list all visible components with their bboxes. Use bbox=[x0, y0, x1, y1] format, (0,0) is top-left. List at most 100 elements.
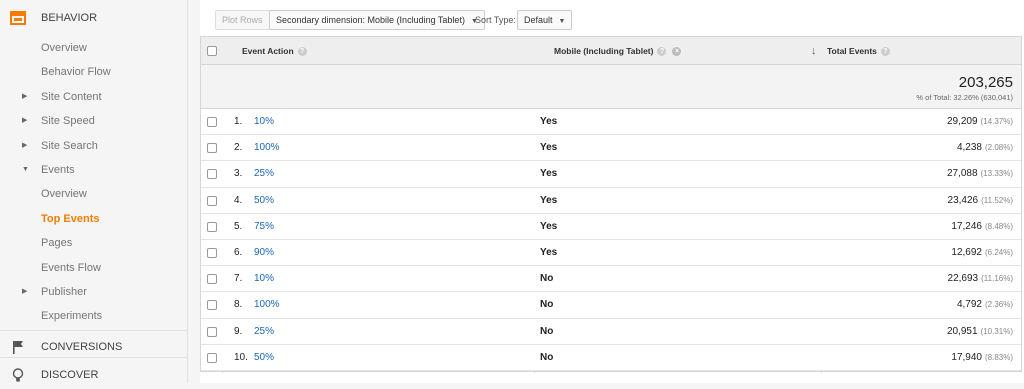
row-checkbox[interactable] bbox=[207, 169, 217, 180]
row-checkbox[interactable] bbox=[207, 195, 217, 206]
expand-caret-icon: ▶ bbox=[22, 288, 28, 295]
sidebar-item-events-flow[interactable]: Events Flow bbox=[0, 256, 188, 280]
sidebar-item-publisher[interactable]: ▶ Publisher bbox=[0, 280, 188, 304]
sidebar-item-behavior-flow[interactable]: Behavior Flow bbox=[0, 60, 188, 84]
events-table: Event Action? Mobile (Including Tablet)?… bbox=[200, 36, 1022, 373]
select-all-checkbox[interactable] bbox=[207, 46, 217, 56]
event-action-link[interactable]: 50% bbox=[254, 345, 274, 371]
row-checkbox[interactable] bbox=[207, 326, 217, 337]
secondary-dimension-label: Secondary dimension: Mobile (Including T… bbox=[276, 15, 465, 25]
percent-value: (2.08%) bbox=[984, 143, 1013, 153]
help-icon[interactable]: ? bbox=[657, 47, 667, 57]
percent-value: (8.48%) bbox=[984, 221, 1013, 231]
event-action-link[interactable]: 75% bbox=[254, 214, 274, 240]
event-action-link[interactable]: 10% bbox=[254, 109, 274, 135]
sidebar-item-site-content[interactable]: ▶ Site Content bbox=[0, 85, 188, 109]
mobile-value: Yes bbox=[540, 142, 558, 154]
percent-value: (13.33%) bbox=[980, 169, 1013, 179]
event-action-link[interactable]: 100% bbox=[254, 135, 280, 161]
table-row: 5. 75% Yes 17,246 (8.48%) bbox=[201, 213, 1021, 240]
event-action-link[interactable]: 90% bbox=[254, 240, 274, 266]
total-value: 22,693 bbox=[947, 273, 979, 285]
table-row: 4. 50% Yes 23,426 (11.52%) bbox=[201, 187, 1021, 214]
row-number: 2. bbox=[234, 142, 243, 154]
row-checkbox[interactable] bbox=[207, 221, 217, 232]
sidebar-item-site-speed[interactable]: ▶ Site Speed bbox=[0, 109, 188, 133]
sidebar-item-label: Experiments bbox=[41, 310, 103, 322]
mobile-value: Yes bbox=[540, 220, 558, 232]
help-icon[interactable]: ? bbox=[880, 47, 890, 57]
total-value: 12,692 bbox=[951, 246, 982, 258]
total-events-cell: 20,951 (10.31%) bbox=[947, 319, 1013, 345]
collapse-caret-icon: ▼ bbox=[22, 166, 29, 173]
sidebar-item-label: Events Flow bbox=[41, 262, 101, 274]
total-events-cell: 17,940 (8.83%) bbox=[951, 345, 1013, 371]
table-row: 2. 100% Yes 4,238 (2.08%) bbox=[201, 135, 1021, 162]
column-header-total-events[interactable]: Total Events? bbox=[827, 37, 890, 65]
table-row: 1. 10% Yes 29,209 (14.37%) bbox=[201, 109, 1021, 136]
column-header-label: Event Action bbox=[242, 46, 294, 56]
table-row: 9. 25% No 20,951 (10.31%) bbox=[201, 318, 1021, 345]
row-checkbox[interactable] bbox=[207, 274, 217, 285]
event-action-link[interactable]: 50% bbox=[254, 188, 274, 214]
expand-caret-icon: ▶ bbox=[22, 117, 28, 124]
sidebar-item-label: Events bbox=[41, 164, 75, 176]
event-action-link[interactable]: 100% bbox=[254, 292, 280, 318]
sidebar-item-events[interactable]: ▼ Events bbox=[0, 158, 188, 182]
sidebar-item-pages[interactable]: Pages bbox=[0, 231, 188, 255]
total-events-note: % of Total: 32.26% (630,041) bbox=[916, 93, 1013, 102]
row-number: 5. bbox=[234, 220, 243, 232]
mobile-value: Yes bbox=[540, 194, 558, 206]
row-number: 8. bbox=[234, 299, 243, 311]
mobile-value: Yes bbox=[540, 168, 558, 180]
lightbulb-icon bbox=[12, 368, 24, 382]
total-events-cell: 4,792 (2.36%) bbox=[957, 292, 1013, 318]
sort-type-dropdown[interactable]: Default ▼ bbox=[517, 10, 573, 30]
mobile-value: No bbox=[540, 325, 554, 337]
row-number: 1. bbox=[234, 116, 243, 127]
table-row: 8. 100% No 4,792 (2.36%) bbox=[201, 292, 1021, 319]
total-events-cell: 17,246 (8.48%) bbox=[951, 214, 1013, 240]
sidebar-item-label: Pages bbox=[41, 237, 73, 249]
sidebar-section-discover[interactable]: DISCOVER bbox=[0, 361, 188, 389]
event-action-link[interactable]: 25% bbox=[254, 319, 274, 345]
sidebar-item-top-events[interactable]: Top Events bbox=[0, 207, 188, 231]
sidebar-divider bbox=[0, 357, 188, 358]
total-value: 20,951 bbox=[946, 325, 978, 337]
sidebar-section-behavior[interactable]: BEHAVIOR bbox=[0, 4, 188, 32]
row-number: 7. bbox=[234, 273, 243, 285]
total-value: 23,426 bbox=[947, 194, 979, 206]
dropdown-arrow-icon: ▼ bbox=[558, 18, 566, 25]
help-icon[interactable]: ? bbox=[297, 47, 307, 57]
row-checkbox[interactable] bbox=[207, 247, 217, 258]
sort-arrow-icon[interactable]: ↓ bbox=[811, 37, 817, 65]
percent-value: (10.31%) bbox=[980, 326, 1013, 336]
sidebar-item-site-search[interactable]: ▶ Site Search bbox=[0, 134, 188, 158]
report-main: Plot Rows Secondary dimension: Mobile (I… bbox=[200, 0, 1024, 383]
remove-dimension-icon[interactable]: × bbox=[672, 47, 682, 57]
mobile-value: Yes bbox=[540, 116, 558, 127]
sidebar-item-events-overview[interactable]: Overview bbox=[0, 182, 188, 206]
table-row: 3. 25% Yes 27,088 (13.33%) bbox=[201, 161, 1021, 188]
row-number: 10. bbox=[234, 351, 248, 363]
flag-icon bbox=[13, 341, 23, 354]
column-header-mobile[interactable]: Mobile (Including Tablet)? × bbox=[554, 37, 682, 65]
row-checkbox[interactable] bbox=[207, 300, 217, 311]
sort-type-value: Default bbox=[524, 15, 553, 25]
sidebar-item-experiments[interactable]: Experiments bbox=[0, 304, 188, 328]
row-checkbox[interactable] bbox=[207, 143, 217, 154]
column-header-event-action[interactable]: Event Action? bbox=[242, 37, 307, 65]
row-checkbox[interactable] bbox=[207, 352, 217, 363]
row-checkbox[interactable] bbox=[207, 117, 217, 127]
sidebar-item-overview[interactable]: Overview bbox=[0, 36, 188, 60]
mobile-value: No bbox=[540, 299, 554, 311]
row-number: 4. bbox=[234, 194, 243, 206]
total-value: 17,246 bbox=[951, 220, 982, 232]
mobile-value: No bbox=[540, 273, 554, 285]
plot-rows-button[interactable]: Plot Rows bbox=[215, 10, 270, 30]
event-action-link[interactable]: 25% bbox=[254, 161, 274, 187]
secondary-dimension-dropdown[interactable]: Secondary dimension: Mobile (Including T… bbox=[269, 10, 485, 30]
sidebar-item-label: Overview bbox=[41, 188, 87, 200]
column-header-label: Mobile (Including Tablet) bbox=[554, 46, 654, 56]
event-action-link[interactable]: 10% bbox=[254, 266, 274, 292]
